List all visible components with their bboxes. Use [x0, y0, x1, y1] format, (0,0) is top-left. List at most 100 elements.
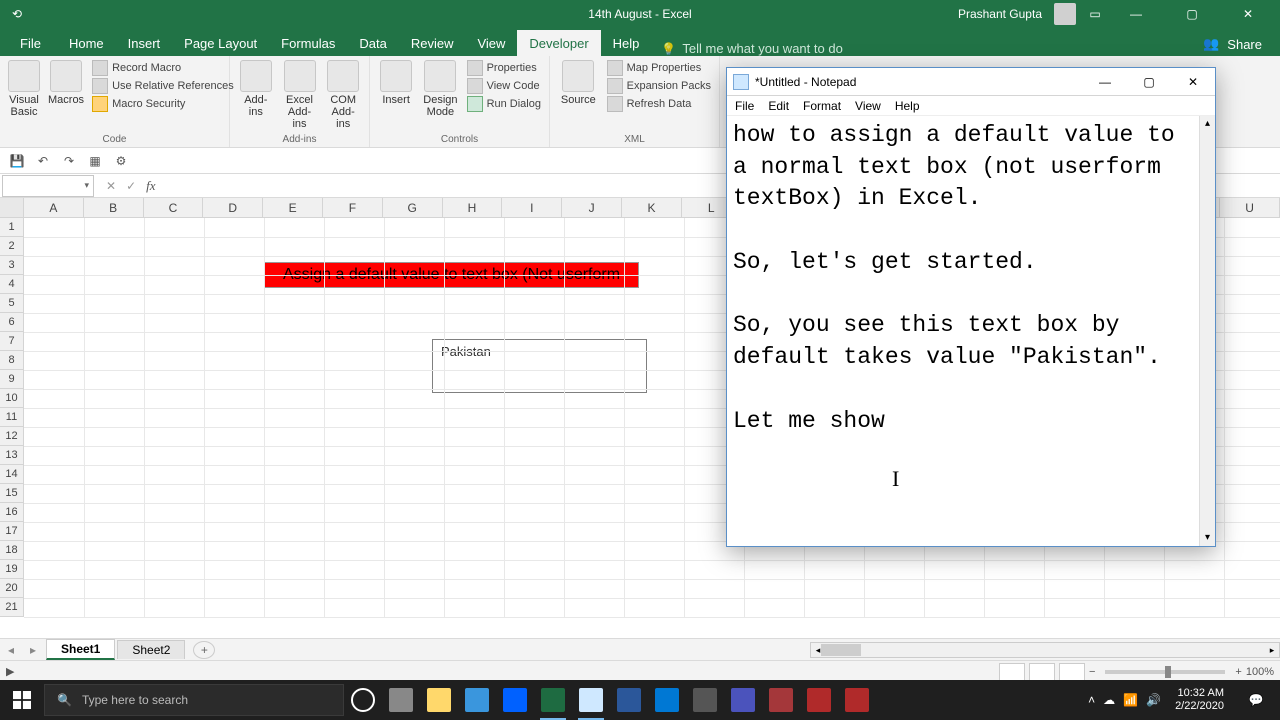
- maximize-button[interactable]: ▢: [1170, 0, 1214, 28]
- notepad-minimize-button[interactable]: —: [1083, 68, 1127, 96]
- col-head-C[interactable]: C: [144, 198, 204, 217]
- file-explorer-icon[interactable]: [420, 680, 458, 720]
- zoom-level[interactable]: 100%: [1246, 666, 1274, 678]
- expansion-packs-button[interactable]: Expansion Packs: [607, 78, 711, 94]
- excel-addins-button[interactable]: Excel Add-ins: [282, 60, 318, 130]
- run-dialog-button[interactable]: Run Dialog: [467, 96, 541, 112]
- tab-view[interactable]: View: [465, 30, 517, 56]
- name-box[interactable]: ▾: [2, 175, 94, 197]
- notepad-text-area[interactable]: how to assign a default value to a norma…: [727, 116, 1199, 546]
- action-center-icon[interactable]: 💬: [1238, 680, 1274, 720]
- col-head-F[interactable]: F: [323, 198, 383, 217]
- qat-icon-2[interactable]: ⚙: [112, 152, 130, 170]
- redo-icon[interactable]: ↷: [60, 152, 78, 170]
- record-macro-button[interactable]: Record Macro: [92, 60, 234, 76]
- wifi-icon[interactable]: 📶: [1123, 693, 1138, 707]
- col-head-D[interactable]: D: [203, 198, 263, 217]
- minimize-button[interactable]: —: [1114, 0, 1158, 28]
- qat-icon-1[interactable]: ▦: [86, 152, 104, 170]
- undo-icon[interactable]: ↶: [34, 152, 52, 170]
- tray-expand-icon[interactable]: ˄: [1088, 693, 1095, 707]
- design-mode-button[interactable]: Design Mode: [422, 60, 458, 118]
- dropbox-icon[interactable]: [496, 680, 534, 720]
- app2-icon[interactable]: [838, 680, 876, 720]
- row-head-5[interactable]: 5: [0, 294, 24, 313]
- col-head-E[interactable]: E: [263, 198, 323, 217]
- worksheet-textbox[interactable]: Pakistan: [432, 339, 647, 393]
- notepad-menu-format[interactable]: Format: [803, 99, 841, 113]
- row-head-6[interactable]: 6: [0, 313, 24, 332]
- row-head-21[interactable]: 21: [0, 598, 24, 617]
- tab-home[interactable]: Home: [57, 30, 116, 56]
- store-icon[interactable]: [458, 680, 496, 720]
- sheet-tab-2[interactable]: Sheet2: [117, 640, 185, 659]
- notepad-title-bar[interactable]: *Untitled - Notepad — ▢ ✕: [727, 68, 1215, 96]
- tab-review[interactable]: Review: [399, 30, 466, 56]
- save-icon[interactable]: 💾: [8, 152, 26, 170]
- zoom-in-button[interactable]: +: [1235, 666, 1241, 678]
- xml-source-button[interactable]: Source: [558, 60, 599, 112]
- properties-button[interactable]: Properties: [467, 60, 541, 76]
- teams-icon[interactable]: [724, 680, 762, 720]
- zoom-out-button[interactable]: −: [1089, 666, 1095, 678]
- close-button[interactable]: ✕: [1226, 0, 1270, 28]
- notepad-window[interactable]: *Untitled - Notepad — ▢ ✕ File Edit Form…: [726, 67, 1216, 547]
- outlook-taskbar-icon[interactable]: [648, 680, 686, 720]
- macros-button[interactable]: Macros: [48, 60, 84, 118]
- calculator-icon[interactable]: [686, 680, 724, 720]
- visual-basic-button[interactable]: Visual Basic: [8, 60, 40, 118]
- notepad-menu-help[interactable]: Help: [895, 99, 920, 113]
- row-headers[interactable]: 123456789101112131415161718192021: [0, 218, 24, 617]
- fx-icon[interactable]: fx: [146, 178, 155, 194]
- taskbar-clock[interactable]: 10:32 AM 2/22/2020: [1169, 687, 1230, 713]
- com-addins-button[interactable]: COM Add-ins: [325, 60, 361, 130]
- access-icon[interactable]: [762, 680, 800, 720]
- normal-view-button[interactable]: [999, 663, 1025, 681]
- tab-formulas[interactable]: Formulas: [269, 30, 347, 56]
- app-icon[interactable]: [800, 680, 838, 720]
- col-head-B[interactable]: B: [84, 198, 144, 217]
- cortana-icon[interactable]: [344, 680, 382, 720]
- view-code-button[interactable]: View Code: [467, 78, 541, 94]
- row-head-16[interactable]: 16: [0, 503, 24, 522]
- row-head-7[interactable]: 7: [0, 332, 24, 351]
- tab-data[interactable]: Data: [347, 30, 398, 56]
- row-head-1[interactable]: 1: [0, 218, 24, 237]
- row-head-13[interactable]: 13: [0, 446, 24, 465]
- row-head-9[interactable]: 9: [0, 370, 24, 389]
- word-taskbar-icon[interactable]: [610, 680, 648, 720]
- tab-page-layout[interactable]: Page Layout: [172, 30, 269, 56]
- row-head-8[interactable]: 8: [0, 351, 24, 370]
- task-view-icon[interactable]: [382, 680, 420, 720]
- refresh-data-button[interactable]: Refresh Data: [607, 96, 711, 112]
- col-head-U[interactable]: U: [1220, 198, 1280, 217]
- page-break-view-button[interactable]: [1059, 663, 1085, 681]
- onedrive-icon[interactable]: ☁: [1103, 693, 1115, 707]
- notepad-taskbar-icon[interactable]: [572, 680, 610, 720]
- row-head-12[interactable]: 12: [0, 427, 24, 446]
- horizontal-scrollbar[interactable]: ◂▸: [810, 642, 1280, 658]
- user-name[interactable]: Prashant Gupta: [958, 7, 1042, 21]
- notepad-close-button[interactable]: ✕: [1171, 68, 1215, 96]
- macro-security-button[interactable]: Macro Security: [92, 96, 234, 112]
- row-head-17[interactable]: 17: [0, 522, 24, 541]
- sheet-nav-next[interactable]: ▸: [22, 643, 44, 657]
- excel-taskbar-icon[interactable]: [534, 680, 572, 720]
- notepad-vertical-scrollbar[interactable]: ▴ ▾: [1199, 116, 1215, 546]
- share-button[interactable]: Share: [1227, 37, 1262, 52]
- ribbon-display-icon[interactable]: ▭: [1088, 7, 1102, 21]
- taskbar-search[interactable]: 🔍 Type here to search: [44, 684, 344, 716]
- zoom-slider[interactable]: [1105, 670, 1225, 674]
- row-head-4[interactable]: 4: [0, 275, 24, 294]
- map-properties-button[interactable]: Map Properties: [607, 60, 711, 76]
- row-head-10[interactable]: 10: [0, 389, 24, 408]
- tab-insert[interactable]: Insert: [116, 30, 173, 56]
- col-head-I[interactable]: I: [502, 198, 562, 217]
- col-head-A[interactable]: A: [24, 198, 84, 217]
- cancel-formula-icon[interactable]: ✕: [106, 179, 116, 193]
- tab-developer[interactable]: Developer: [517, 30, 600, 56]
- tell-me-input[interactable]: Tell me what you want to do: [661, 41, 842, 56]
- notepad-menu-edit[interactable]: Edit: [768, 99, 789, 113]
- row-head-19[interactable]: 19: [0, 560, 24, 579]
- volume-icon[interactable]: 🔊: [1146, 693, 1161, 707]
